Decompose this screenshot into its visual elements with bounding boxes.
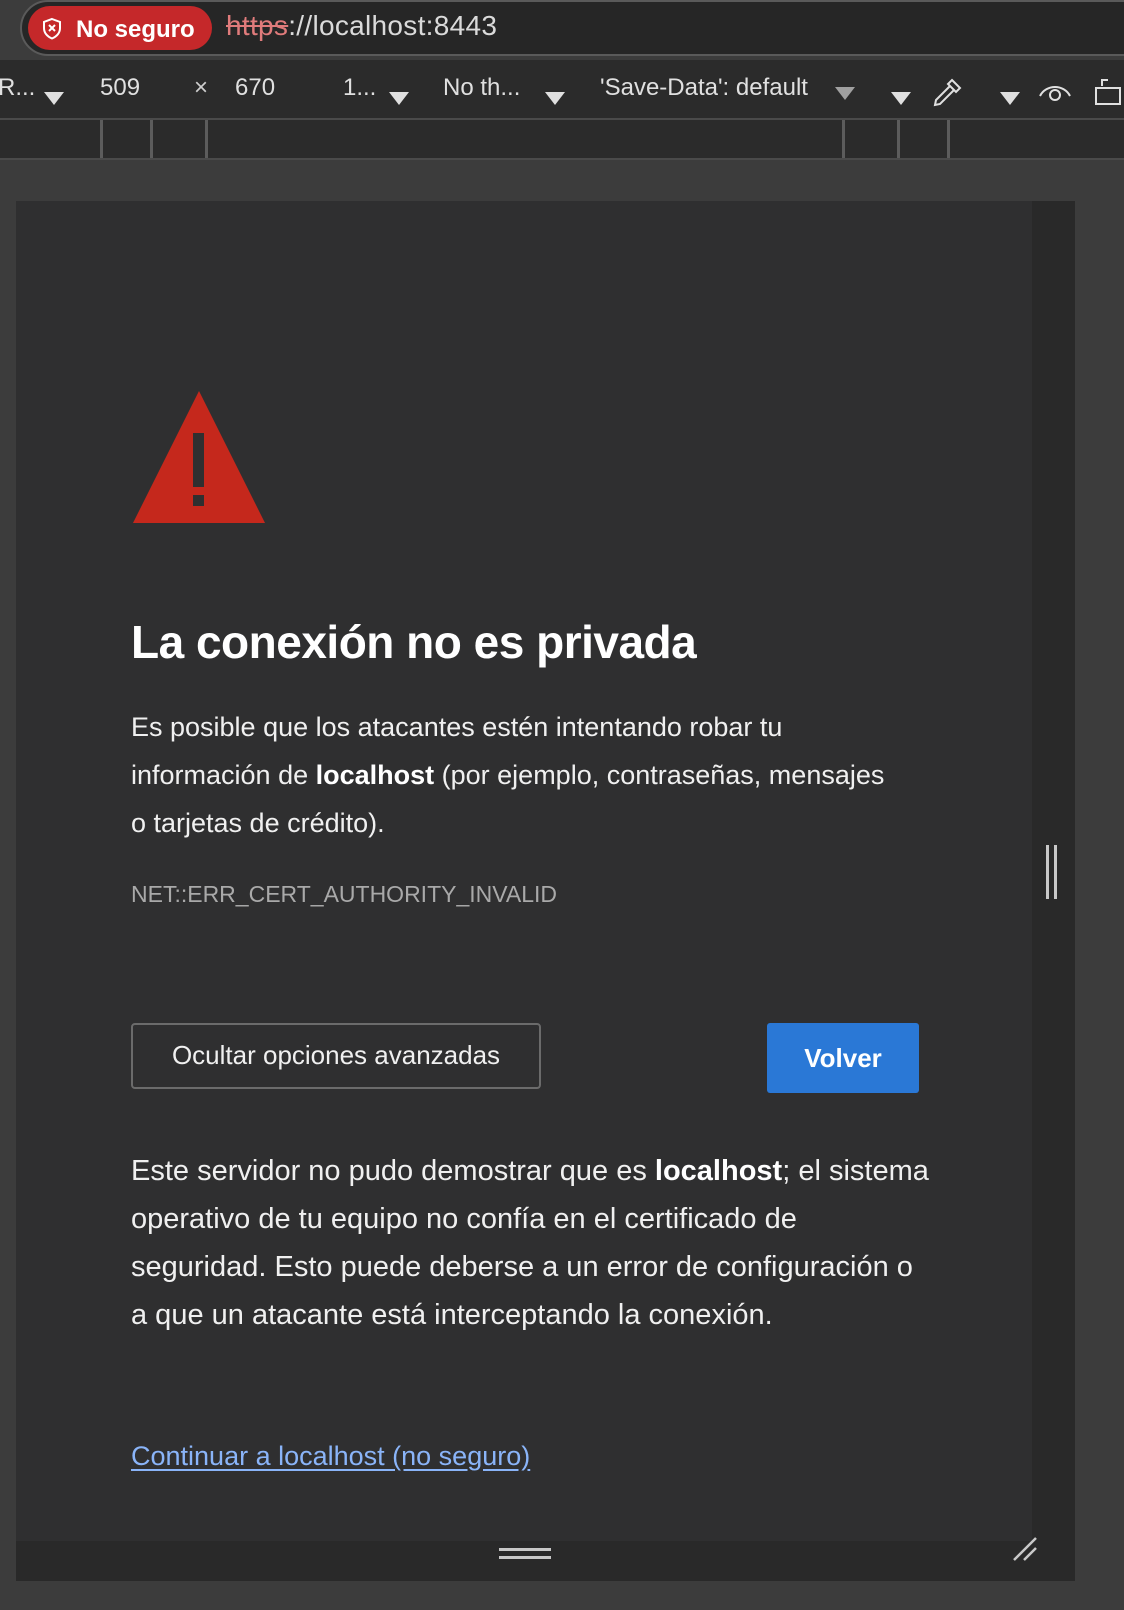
throttling-select-label[interactable]: No th... <box>443 74 520 102</box>
save-data-select-label[interactable]: 'Save-Data': default <box>600 74 808 102</box>
rotate-icon[interactable] <box>1094 76 1124 108</box>
media-query-marker[interactable] <box>205 120 208 158</box>
shield-warning-icon <box>43 17 61 40</box>
browser-top-bar: No seguro https://localhost:8443 <box>0 0 1124 58</box>
eye-icon[interactable] <box>1038 80 1072 106</box>
corner-resize-icon[interactable] <box>1012 1536 1038 1562</box>
media-query-marker[interactable] <box>100 120 103 158</box>
dimension-times-icon: × <box>194 74 209 101</box>
main-message-host: localhost <box>315 760 435 790</box>
media-query-bar[interactable] <box>0 120 1124 160</box>
height-input[interactable]: 670 <box>235 74 275 102</box>
device-viewport: La conexión no es privada Es posible que… <box>16 201 1075 1581</box>
page-title: La conexión no es privada <box>131 616 697 668</box>
device-toolbar: R... 509 × 670 1... No th... 'Save-Data'… <box>0 60 1124 120</box>
zoom-dropdown-icon[interactable] <box>389 92 409 105</box>
back-button[interactable]: Volver <box>767 1023 919 1093</box>
right-resize-handle[interactable] <box>1046 845 1058 899</box>
eyedropper-icon[interactable] <box>930 76 964 110</box>
device-dropdown-icon[interactable] <box>44 92 64 105</box>
warning-triangle-icon <box>133 391 265 523</box>
proceed-link[interactable]: Continuar a localhost (no seguro) <box>131 1441 530 1472</box>
media-query-marker[interactable] <box>897 120 900 158</box>
media-query-marker[interactable] <box>947 120 950 158</box>
details-message: Este servidor no pudo demostrar que es l… <box>131 1147 931 1339</box>
more-options-dropdown-icon[interactable] <box>891 92 911 105</box>
url-host: ://localhost:8443 <box>288 10 498 41</box>
details-text: Este servidor no pudo demostrar que es <box>131 1155 655 1187</box>
device-select-label[interactable]: R... <box>0 74 35 102</box>
bottom-resize-handle[interactable] <box>499 1546 551 1562</box>
security-chip-label: No seguro <box>76 16 195 43</box>
media-query-marker[interactable] <box>842 120 845 158</box>
save-data-dropdown-icon[interactable] <box>835 87 855 100</box>
zoom-select-label[interactable]: 1... <box>343 74 376 102</box>
url-text[interactable]: https://localhost:8443 <box>226 10 497 42</box>
throttling-dropdown-icon[interactable] <box>545 92 565 105</box>
vision-dropdown-icon[interactable] <box>1000 92 1020 105</box>
media-query-marker[interactable] <box>150 120 153 158</box>
main-message: Es posible que los atacantes estén inten… <box>131 703 891 847</box>
error-code[interactable]: NET::ERR_CERT_AUTHORITY_INVALID <box>131 881 557 908</box>
width-input[interactable]: 509 <box>100 74 140 102</box>
interstitial-page: La conexión no es privada Es posible que… <box>16 201 1032 1541</box>
hide-advanced-button[interactable]: Ocultar opciones avanzadas <box>131 1023 541 1089</box>
security-chip[interactable]: No seguro <box>28 6 212 50</box>
details-host: localhost <box>654 1155 783 1187</box>
url-scheme: https <box>226 10 289 41</box>
